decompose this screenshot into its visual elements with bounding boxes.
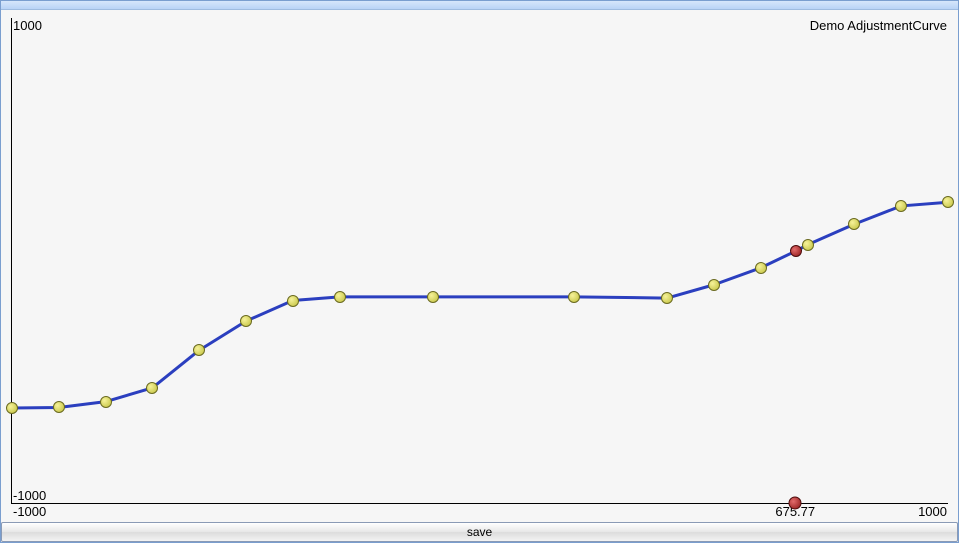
control-point[interactable] <box>708 279 720 291</box>
control-point[interactable] <box>100 396 112 408</box>
control-point[interactable] <box>661 292 673 304</box>
control-point[interactable] <box>755 262 767 274</box>
x-max-label: 1000 <box>918 504 947 519</box>
curve-svg <box>12 18 948 503</box>
save-button[interactable]: save <box>1 522 958 542</box>
control-point[interactable] <box>568 291 580 303</box>
cursor-marker[interactable] <box>789 497 802 510</box>
control-point[interactable] <box>802 239 814 251</box>
app-window: 1000 -1000 -1000 1000 Demo AdjustmentCur… <box>0 0 959 543</box>
chart-title: Demo AdjustmentCurve <box>810 18 947 33</box>
window-titlebar <box>1 1 958 10</box>
plot-inner[interactable] <box>11 18 948 504</box>
y-max-label: 1000 <box>13 18 42 33</box>
control-point[interactable] <box>848 218 860 230</box>
control-point[interactable] <box>427 291 439 303</box>
control-point[interactable] <box>53 401 65 413</box>
y-min-label: -1000 <box>13 488 46 503</box>
control-point[interactable] <box>6 402 18 414</box>
control-point[interactable] <box>240 315 252 327</box>
control-point[interactable] <box>334 291 346 303</box>
control-point[interactable] <box>942 196 954 208</box>
x-min-label: -1000 <box>13 504 46 519</box>
control-point[interactable] <box>895 200 907 212</box>
control-point-active[interactable] <box>790 245 802 257</box>
button-bar: save <box>1 522 958 542</box>
control-point[interactable] <box>287 295 299 307</box>
control-point[interactable] <box>193 344 205 356</box>
control-point[interactable] <box>146 382 158 394</box>
plot-area[interactable]: 1000 -1000 -1000 1000 Demo AdjustmentCur… <box>1 10 958 522</box>
